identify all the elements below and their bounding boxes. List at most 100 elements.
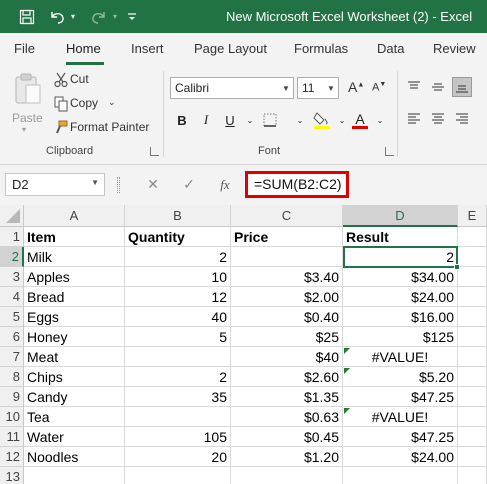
row-header-3[interactable]: 3 <box>0 267 24 287</box>
underline-dropdown-icon[interactable]: ⌄ <box>240 109 260 131</box>
cell-d11[interactable]: $47.25 <box>343 427 458 447</box>
fill-handle[interactable] <box>454 264 460 270</box>
cell-c9[interactable]: $1.35 <box>231 387 343 407</box>
cell-a11[interactable]: Water <box>24 427 125 447</box>
row-header-6[interactable]: 6 <box>0 327 24 347</box>
fill-color-icon[interactable] <box>312 109 332 131</box>
cell-c6[interactable]: $25 <box>231 327 343 347</box>
cell-c11[interactable]: $0.45 <box>231 427 343 447</box>
align-bottom-icon[interactable] <box>452 77 472 97</box>
fill-color-dropdown-icon[interactable]: ⌄ <box>332 109 352 131</box>
cell-a9[interactable]: Candy <box>24 387 125 407</box>
row-header-7[interactable]: 7 <box>0 347 24 367</box>
cell-c4[interactable]: $2.00 <box>231 287 343 307</box>
borders-icon[interactable] <box>260 109 280 131</box>
increase-font-size-icon[interactable]: A▲ <box>348 79 368 99</box>
cell-e12[interactable] <box>458 447 487 467</box>
tab-file[interactable]: File <box>14 41 35 56</box>
cancel-icon[interactable]: ✕ <box>142 173 164 196</box>
cell-e2[interactable] <box>458 247 487 267</box>
cell-c10[interactable]: $0.63 <box>231 407 343 427</box>
copy-button[interactable]: Copy ⌄ <box>52 94 118 114</box>
cell-d1[interactable]: Result <box>343 227 458 247</box>
cell-a7[interactable]: Meat <box>24 347 125 367</box>
font-launcher-icon[interactable] <box>385 147 394 156</box>
select-all-button[interactable] <box>0 205 24 227</box>
underline-button[interactable]: U <box>220 109 240 131</box>
cell-e3[interactable] <box>458 267 487 287</box>
cell-a5[interactable]: Eggs <box>24 307 125 327</box>
undo-icon[interactable] <box>46 0 68 33</box>
cell-a3[interactable]: Apples <box>24 267 125 287</box>
row-header-4[interactable]: 4 <box>0 287 24 307</box>
font-color-dropdown-icon[interactable]: ⌄ <box>370 109 390 131</box>
cell-a6[interactable]: Honey <box>24 327 125 347</box>
cell-b11[interactable]: 105 <box>125 427 231 447</box>
cell-c5[interactable]: $0.40 <box>231 307 343 327</box>
cell-b9[interactable]: 35 <box>125 387 231 407</box>
cell-b8[interactable]: 2 <box>125 367 231 387</box>
cell-d12[interactable]: $24.00 <box>343 447 458 467</box>
row-header-1[interactable]: 1 <box>0 227 24 247</box>
cell-c1[interactable]: Price <box>231 227 343 247</box>
cell-d3[interactable]: $34.00 <box>343 267 458 287</box>
format-painter-button[interactable]: Format Painter <box>52 118 152 138</box>
cell-a8[interactable]: Chips <box>24 367 125 387</box>
name-box[interactable]: D2 ▼ <box>5 173 105 196</box>
cell-b13[interactable] <box>125 467 231 484</box>
cell-c13[interactable] <box>231 467 343 484</box>
column-header-e[interactable]: E <box>458 205 487 227</box>
cell-a1[interactable]: Item <box>24 227 125 247</box>
tab-review[interactable]: Review <box>433 41 476 56</box>
cell-d5[interactable]: $16.00 <box>343 307 458 327</box>
row-header-8[interactable]: 8 <box>0 367 24 387</box>
cell-b10[interactable] <box>125 407 231 427</box>
decrease-font-size-icon[interactable]: A▼ <box>372 81 392 101</box>
row-header-12[interactable]: 12 <box>0 447 24 467</box>
tab-data[interactable]: Data <box>377 41 404 56</box>
cell-c7[interactable]: $40 <box>231 347 343 367</box>
align-middle-icon[interactable] <box>428 77 448 97</box>
cell-b3[interactable]: 10 <box>125 267 231 287</box>
formula-input[interactable]: =SUM(B2:C2) <box>245 171 349 198</box>
cell-a12[interactable]: Noodles <box>24 447 125 467</box>
cell-d10[interactable]: #VALUE! <box>343 407 458 427</box>
cell-b1[interactable]: Quantity <box>125 227 231 247</box>
cell-e4[interactable] <box>458 287 487 307</box>
redo-icon[interactable] <box>88 0 110 33</box>
cell-a10[interactable]: Tea <box>24 407 125 427</box>
error-indicator-icon[interactable] <box>344 408 350 414</box>
cell-b2[interactable]: 2 <box>125 247 231 267</box>
row-header-5[interactable]: 5 <box>0 307 24 327</box>
row-header-2[interactable]: 2 <box>0 247 24 267</box>
undo-dropdown-icon[interactable]: ▾ <box>68 0 78 33</box>
borders-dropdown-icon[interactable]: ⌄ <box>290 109 310 131</box>
align-right-icon[interactable] <box>452 109 472 129</box>
cell-e5[interactable] <box>458 307 487 327</box>
cell-e10[interactable] <box>458 407 487 427</box>
cell-b12[interactable]: 20 <box>125 447 231 467</box>
cell-c3[interactable]: $3.40 <box>231 267 343 287</box>
cell-d4[interactable]: $24.00 <box>343 287 458 307</box>
column-header-a[interactable]: A <box>24 205 125 227</box>
enter-icon[interactable]: ✓ <box>178 173 200 196</box>
paste-button[interactable]: Paste ▾ <box>8 71 48 134</box>
italic-button[interactable]: I <box>196 109 216 131</box>
align-top-icon[interactable] <box>404 77 424 97</box>
cell-b6[interactable]: 5 <box>125 327 231 347</box>
cell-c8[interactable]: $2.60 <box>231 367 343 387</box>
cell-b5[interactable]: 40 <box>125 307 231 327</box>
cell-e9[interactable] <box>458 387 487 407</box>
cell-e6[interactable] <box>458 327 487 347</box>
cell-e13[interactable] <box>458 467 487 484</box>
cell-b7[interactable] <box>125 347 231 367</box>
tab-insert[interactable]: Insert <box>131 41 164 56</box>
cell-e11[interactable] <box>458 427 487 447</box>
cell-a13[interactable] <box>24 467 125 484</box>
font-color-button[interactable]: A <box>350 109 370 131</box>
clipboard-launcher-icon[interactable] <box>150 147 159 156</box>
cell-c2[interactable] <box>231 247 343 267</box>
cell-a4[interactable]: Bread <box>24 287 125 307</box>
cell-d6[interactable]: $125 <box>343 327 458 347</box>
cell-d13[interactable] <box>343 467 458 484</box>
